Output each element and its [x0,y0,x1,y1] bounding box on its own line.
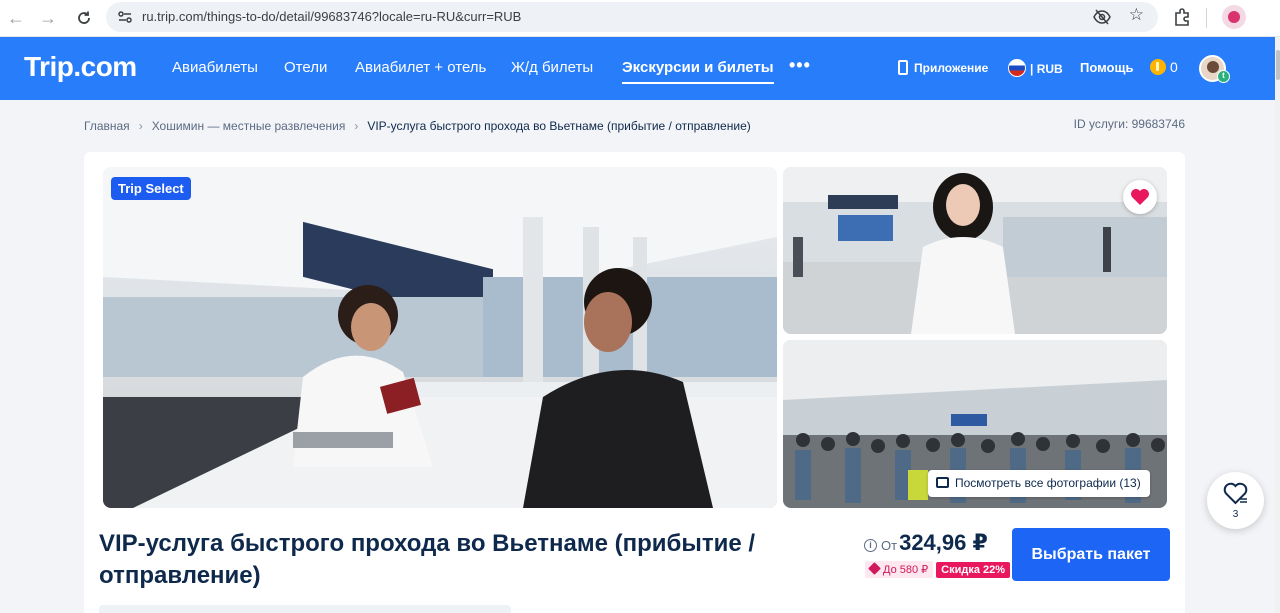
reload-icon[interactable] [72,6,96,30]
nav-trains[interactable]: Ж/д билеты [511,59,593,76]
discount-badge: Скидка 22% [936,562,1011,578]
currency-label: | RUB [1030,62,1063,76]
chevron-right-icon: › [354,119,359,133]
back-arrow-icon[interactable]: ← [4,6,28,30]
more-menu-icon[interactable]: ••• [789,55,811,76]
price-prefix: От [881,538,898,553]
bookmark-star-icon[interactable]: ☆ [1129,5,1144,25]
info-icon[interactable]: i [864,539,877,552]
discount-row: До 580 ₽ Скидка 22% [865,561,1011,578]
select-package-button[interactable]: Выбрать пакет [1012,528,1170,581]
main-photo[interactable] [103,167,777,508]
site-settings-icon[interactable] [116,8,134,26]
breadcrumb: Главная › Хошимин — местные развлечения › VI… [84,119,751,133]
trip-select-badge: Trip Select [111,177,191,200]
heart-icon [1131,189,1149,205]
scrollbar[interactable] [1275,37,1280,613]
trip-coins[interactable]: 0 [1150,59,1178,75]
price-row: i От324,96 ₽ [864,530,988,556]
help-link[interactable]: Помощь [1080,60,1133,75]
scrollbar-thumb[interactable] [1276,50,1280,80]
service-id: ID услуги: 99683746 [1073,117,1185,131]
price-value: 324,96 ₽ [899,530,988,555]
eye-off-icon[interactable] [1092,7,1112,27]
coupon-label: До 580 ₽ [883,564,929,576]
russia-flag-icon [1008,59,1026,77]
app-label: Приложение [914,61,989,75]
coins-count: 0 [1170,59,1178,75]
trip-logo[interactable]: Trip.com [24,51,137,83]
coin-icon [1150,59,1166,75]
browser-toolbar: ← → ru.trip.com/things-to-do/detail/9968… [0,0,1280,37]
extensions-icon[interactable] [1172,7,1192,27]
favorites-count: 3 [1232,509,1239,520]
currency-selector[interactable]: | RUB [1008,59,1063,77]
nav-tours-tickets[interactable]: Экскурсии и билеты [622,59,774,84]
nav-flights[interactable]: Авиабилеты [172,59,258,76]
heart-outline-icon [1223,482,1248,505]
url-text[interactable]: ru.trip.com/things-to-do/detail/99683746… [142,9,521,24]
breadcrumb-current: VIP-услуга быстрого прохода во Вьетнаме … [367,119,751,133]
coupon-badge[interactable]: До 580 ₽ [865,561,934,578]
browser-profile-icon[interactable] [1222,5,1246,29]
floating-favorites-button[interactable]: 3 [1207,472,1264,529]
member-badge-icon: t [1217,70,1230,83]
logo-text: Trip.com [24,51,137,82]
product-title: VIP-услуга быстрого прохода во Вьетнаме … [99,530,756,589]
breadcrumb-city[interactable]: Хошимин — местные развлечения [152,119,346,133]
tag-icon [868,562,881,575]
chevron-right-icon: › [138,119,143,133]
address-bar[interactable]: ru.trip.com/things-to-do/detail/99683746… [106,2,1158,32]
favorite-button[interactable] [1123,180,1157,214]
view-all-label: Посмотреть все фотографии (13) [955,476,1141,490]
tabs-strip [99,605,511,613]
side-photo-top[interactable] [783,167,1167,334]
phone-icon [898,60,908,75]
app-link[interactable]: Приложение [898,60,988,75]
site-header: Trip.com Авиабилеты Отели Авиабилет + от… [0,37,1275,100]
nav-flight-hotel[interactable]: Авиабилет + отель [355,59,486,76]
gallery-icon [936,477,949,488]
forward-arrow-icon[interactable]: → [36,6,60,30]
toolbar-divider [1206,8,1207,28]
nav-hotels[interactable]: Отели [284,59,327,76]
view-all-photos-button[interactable]: Посмотреть все фотографии (13) [928,470,1150,497]
breadcrumb-home[interactable]: Главная [84,119,130,133]
